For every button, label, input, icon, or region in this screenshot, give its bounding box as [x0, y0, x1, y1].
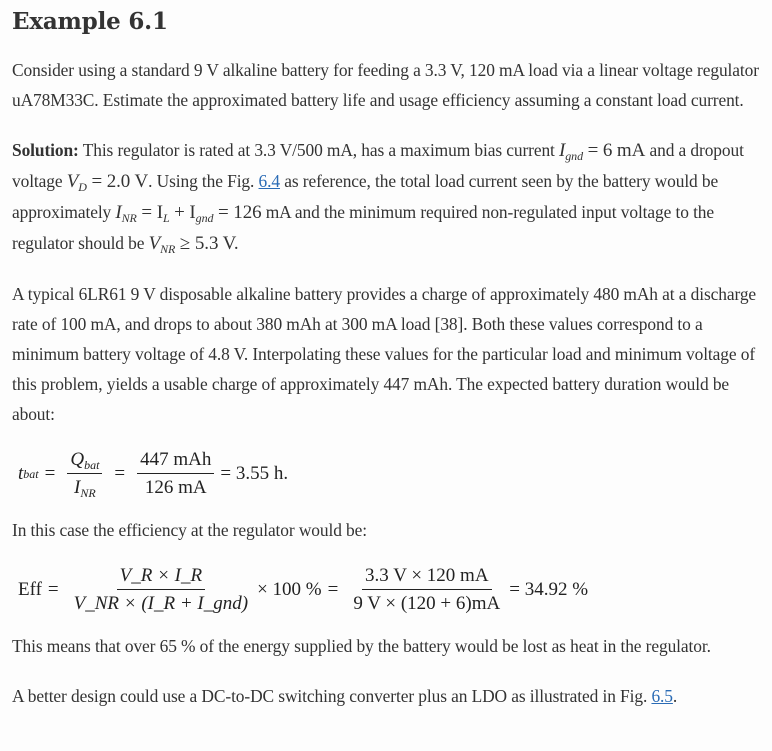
fraction-values: 447 mAh 126 mA [137, 449, 215, 499]
energy-loss-paragraph: This means that over 65 % of the energy … [12, 636, 711, 656]
better-design-paragraph: A better design could use a DC-to-DC swi… [12, 686, 678, 706]
battery-paragraph: A typical 6LR61 9 V disposable alkaline … [12, 284, 757, 424]
inr-math: INR = IL + Ignd = 126 [115, 202, 262, 225]
battery-life-equation: t bat = Qbat INR = 447 mAh 126 mA = 3.55 … [18, 449, 289, 500]
efficiency-intro: In this case the efficiency at the regul… [12, 520, 367, 540]
fraction-eff-values: 3.3 V × 120 mA 9 V × (120 + 6)mA [353, 565, 501, 614]
document-page: Example 6.1 Consider using a standard 9 … [0, 0, 772, 711]
solution-paragraph: Solution: This regulator is rated at 3.3… [12, 140, 744, 256]
example-title: Example 6.1 [12, 8, 168, 35]
efficiency-equation: Eff = V_R × I_R V_NR × (I_R + I_gnd) × 1… [18, 565, 589, 614]
vd-math: VD = 2.0 V [66, 171, 149, 194]
fig-6-4-link[interactable]: 6.4 [259, 171, 281, 191]
ignd-math: Ignd = 6 mA [559, 140, 646, 163]
fraction-q-over-i: Qbat INR [67, 449, 103, 499]
intro-paragraph: Consider using a standard 9 V alkaline b… [12, 60, 759, 110]
solution-label: Solution: [12, 140, 79, 160]
fig-6-5-link[interactable]: 6.5 [651, 686, 673, 706]
fraction-eff-formula: V_R × I_R V_NR × (I_R + I_gnd) [73, 565, 249, 614]
vnr-math: VNR ≥ 5.3 V. [148, 233, 239, 256]
